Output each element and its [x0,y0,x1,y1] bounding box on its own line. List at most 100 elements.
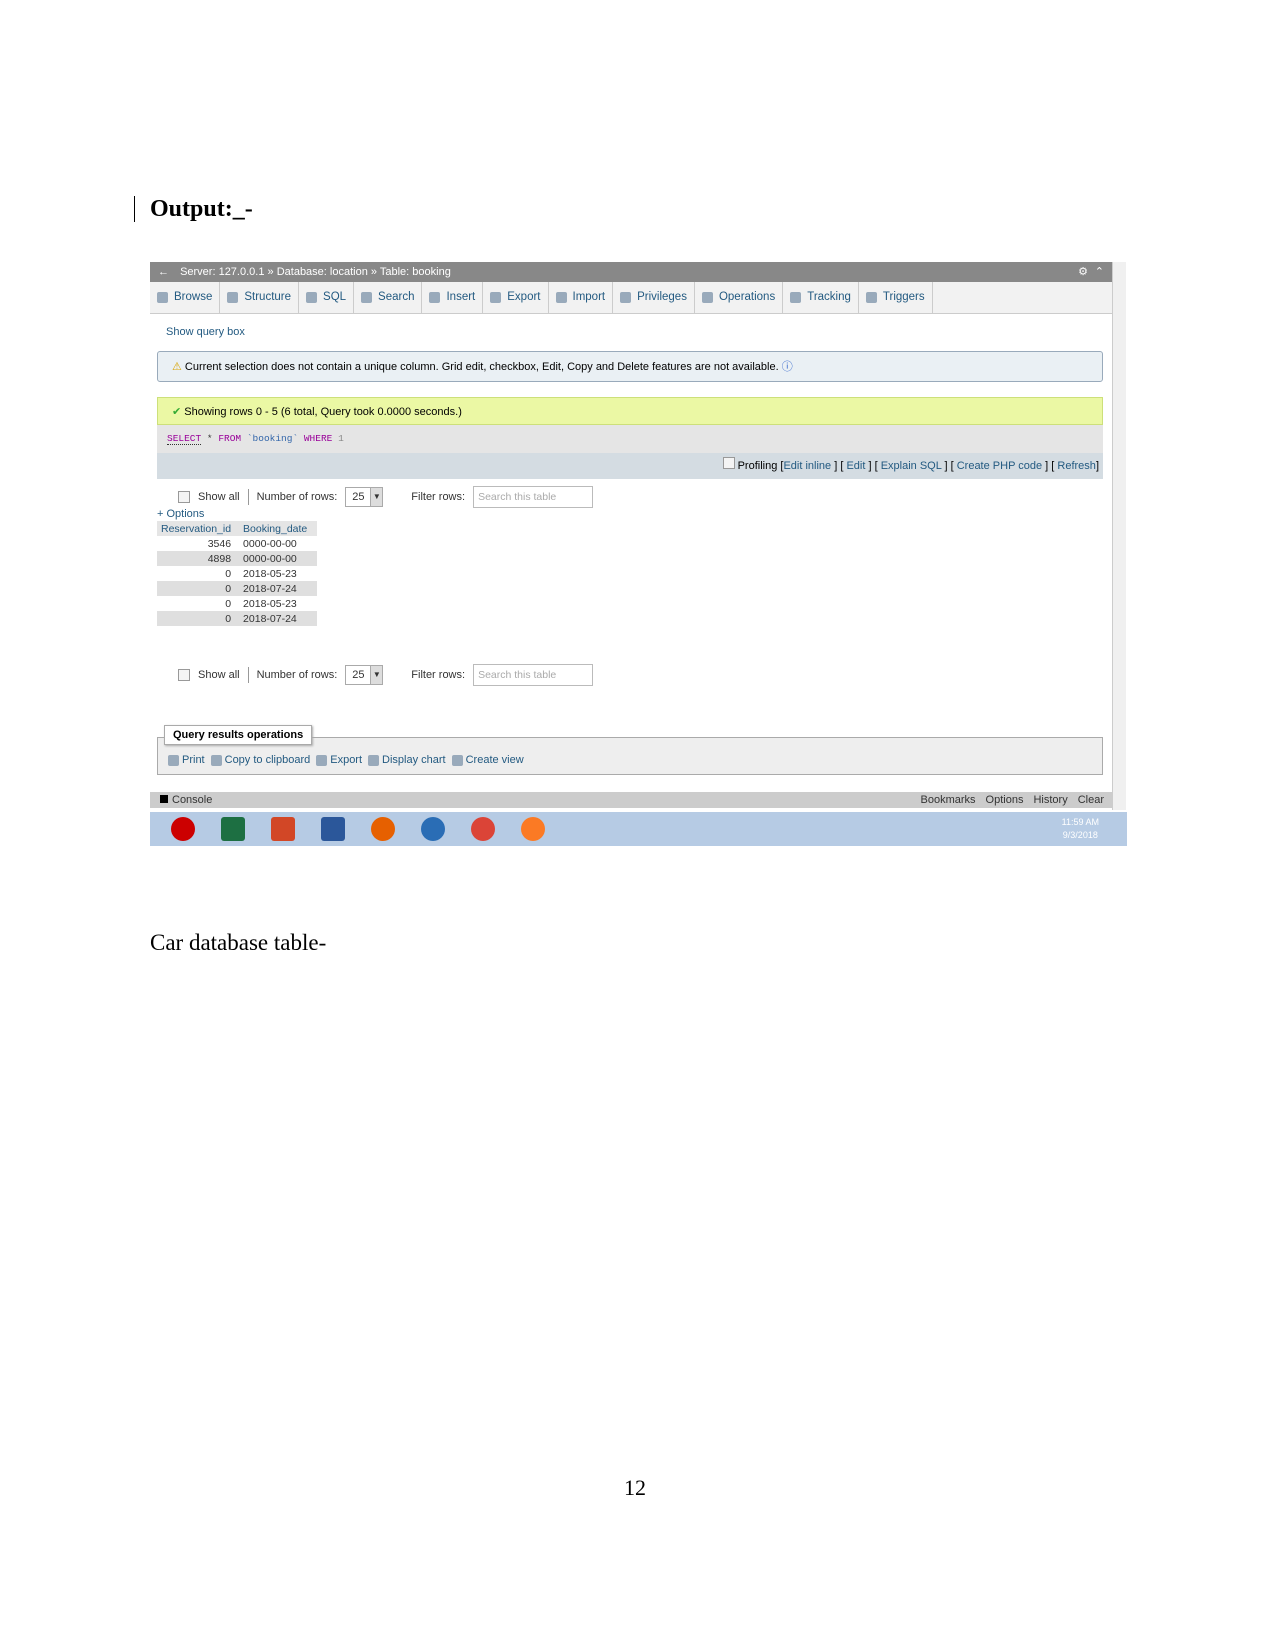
profiling-link[interactable]: Refresh [1057,460,1096,472]
console-toggle[interactable]: Console [172,794,212,806]
table-cell: 0 [157,611,240,626]
tab-insert[interactable]: Insert [422,282,484,313]
powerpoint-icon [271,817,295,841]
tab-privileges[interactable]: Privileges [613,282,695,313]
table-cell: 4898 [157,551,240,566]
taskbar-chrome[interactable] [458,813,508,845]
op-label: Print [182,754,205,766]
taskbar-thunderbird[interactable] [408,813,458,845]
tab-operations[interactable]: Operations [695,282,784,313]
profiling-link[interactable]: Explain SQL [881,460,942,472]
triggers-icon [865,292,877,303]
tab-structure[interactable]: Structure [220,282,300,313]
operations-legend: Query results operations [164,725,313,745]
tab-label: Import [572,291,606,303]
column-header[interactable]: Booking_date [239,521,318,536]
rows-value: 25 [352,669,365,681]
sql-keyword: FROM [218,433,242,444]
sql-query: SELECT * FROM `booking` WHERE 1 [157,425,1103,453]
table-cell: 0 [157,566,240,581]
tab-label: Privileges [637,291,687,303]
table-cell: 2018-07-24 [239,611,318,626]
console-options[interactable]: Options [986,794,1024,806]
phpmyadmin-screenshot: ← Server: 127.0.0.1 » Database: location… [150,262,1127,862]
op-display-chart[interactable]: Display chart [368,754,446,766]
divider [247,667,249,683]
column-header[interactable]: Reservation_id [157,521,240,536]
filter-input[interactable]: Search this table [473,486,594,508]
sql-text: * [201,433,219,444]
tab-label: Operations [718,291,776,303]
collapse-icon[interactable]: ⌃ [1095,262,1104,282]
show-query-box-link[interactable]: Show query box [166,326,245,338]
copy-to-clipboard-icon [210,754,222,766]
options-link[interactable]: + Options [157,508,204,520]
taskbar-powerpoint[interactable] [258,813,308,845]
breadcrumb-table[interactable]: Table: booking [380,266,451,278]
table-cell: 0 [157,581,240,596]
filter-input[interactable]: Search this table [473,664,594,686]
table-cell: 2018-05-23 [239,566,318,581]
gear-icon[interactable]: ⚙ [1078,262,1088,282]
op-copy-to-clipboard[interactable]: Copy to clipboard [210,754,311,766]
taskbar-opera[interactable] [158,813,208,845]
show-all-checkbox[interactable] [178,669,190,681]
taskbar-excel[interactable] [208,813,258,845]
profiling-checkbox[interactable] [722,457,735,469]
filter-label: Filter rows: [411,491,466,503]
profiling-link[interactable]: Edit [846,460,865,472]
help-icon[interactable]: ⓘ [782,361,793,373]
rows-value: 25 [352,491,365,503]
op-label: Create view [465,754,524,766]
breadcrumb-server[interactable]: Server: 127.0.0.1 [180,266,264,278]
table-controls-top: Show all Number of rows: 25 ▼ Filter rows… [178,486,594,508]
tab-import[interactable]: Import [549,282,614,313]
table-cell: 0000-00-00 [239,536,318,551]
table-cell: 0000-00-00 [239,551,318,566]
tab-search[interactable]: Search [354,282,423,313]
tab-tracking[interactable]: Tracking [783,282,859,313]
scrollbar[interactable] [1112,262,1126,810]
breadcrumb-sep: » [267,266,274,278]
rows-label: Number of rows: [256,669,338,681]
clock-date: 9/3/2018 [1062,830,1098,840]
table-row: 0 2018-07-24 [157,611,318,626]
tab-browse[interactable]: Browse [150,282,221,313]
profiling-link[interactable]: Edit inline [783,460,831,472]
tab-sql[interactable]: SQL [299,282,355,313]
rows-select[interactable]: 25 ▼ [345,487,384,507]
tab-label: SQL [323,291,347,303]
clock[interactable]: 11:59 AM 9/3/2018 [1062,816,1099,842]
op-print[interactable]: Print [168,754,205,766]
privileges-icon [620,292,632,303]
sql-keyword[interactable]: SELECT [167,433,202,445]
show-all-label: Show all [198,669,240,681]
chevron-down-icon: ▼ [370,666,383,684]
console-bookmarks[interactable]: Bookmarks [921,794,976,806]
back-arrow-icon[interactable]: ← [150,266,177,278]
tab-triggers[interactable]: Triggers [859,282,933,313]
output-heading: Output:_- [150,196,253,222]
breadcrumb-database[interactable]: Database: location [277,266,368,278]
divider [247,489,249,505]
results-table: Reservation_id Booking_date 3546 0000-00-0… [157,521,318,626]
table-row: 4898 0000-00-00 [157,551,318,566]
op-export[interactable]: Export [316,754,362,766]
table-row: 0 2018-05-23 [157,566,318,581]
profiling-link[interactable]: Create PHP code [957,460,1042,472]
rows-select[interactable]: 25 ▼ [345,665,384,685]
console-clear[interactable]: Clear [1078,794,1104,806]
table-row: 0 2018-05-23 [157,596,318,611]
tab-export[interactable]: Export [483,282,549,313]
firefox-icon [371,817,395,841]
op-label: Copy to clipboard [224,754,311,766]
taskbar-xampp[interactable] [508,813,558,845]
show-all-checkbox[interactable] [178,491,190,503]
op-create-view[interactable]: Create view [451,754,524,766]
taskbar-word[interactable] [308,813,358,845]
taskbar-firefox[interactable] [358,813,408,845]
operations-list: Print Copy to clipboard Export Display char… [168,754,524,766]
table-cell: 2018-07-24 [239,581,318,596]
sql-text: 1 [332,433,344,444]
console-history[interactable]: History [1033,794,1067,806]
